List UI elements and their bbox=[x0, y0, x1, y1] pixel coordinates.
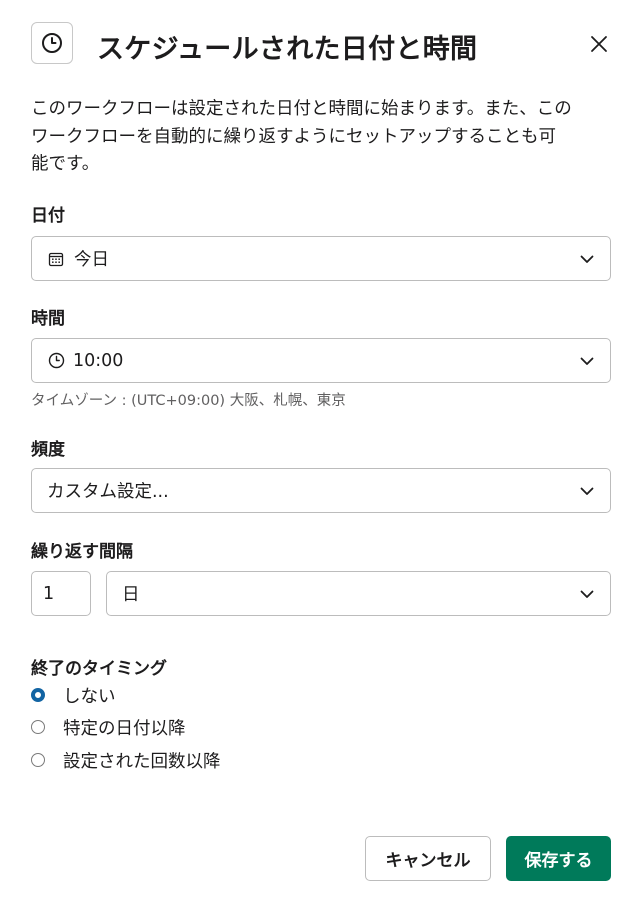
radio-button[interactable] bbox=[31, 720, 45, 734]
radio-label: しない bbox=[63, 686, 116, 707]
dialog-description: このワークフローは設定された日付と時間に始まります。また、この ワークフローを自… bbox=[31, 96, 611, 179]
end-option-after-count[interactable]: 設定された回数以降 bbox=[31, 747, 221, 773]
frequency-value: カスタム設定... bbox=[47, 482, 169, 502]
time-label: 時間 bbox=[31, 309, 65, 329]
timezone-hint: タイムゾーン : (UTC+09:00) 大阪、札幌、東京 bbox=[31, 393, 346, 409]
interval-unit-select[interactable]: 日 bbox=[106, 571, 611, 616]
clock-icon bbox=[47, 352, 65, 370]
scheduled-date-time-dialog: スケジュールされた日付と時間 このワークフローは設定された日付と時間に始まります… bbox=[0, 0, 642, 907]
time-select[interactable]: 10:00 bbox=[31, 338, 611, 383]
save-button[interactable]: 保存する bbox=[506, 836, 611, 881]
date-value: 今日 bbox=[74, 250, 109, 270]
interval-number-input[interactable] bbox=[31, 571, 91, 616]
radio-button[interactable] bbox=[31, 688, 45, 702]
date-label: 日付 bbox=[31, 206, 65, 226]
description-line: 能です。 bbox=[31, 154, 100, 174]
close-icon bbox=[591, 36, 607, 52]
chevron-down-icon bbox=[580, 357, 594, 365]
clock-icon bbox=[31, 22, 73, 64]
end-option-never[interactable]: しない bbox=[31, 682, 116, 708]
description-line: ワークフローを自動的に繰り返すようにセットアップすることも可 bbox=[31, 126, 556, 147]
calendar-icon bbox=[47, 250, 65, 268]
end-option-after-date[interactable]: 特定の日付以降 bbox=[31, 714, 186, 740]
frequency-label: 頻度 bbox=[31, 440, 65, 460]
chevron-down-icon bbox=[580, 255, 594, 263]
frequency-select[interactable]: カスタム設定... bbox=[31, 468, 611, 513]
date-select[interactable]: 今日 bbox=[31, 236, 611, 281]
interval-unit-value: 日 bbox=[122, 585, 140, 605]
radio-button[interactable] bbox=[31, 753, 45, 767]
interval-label: 繰り返す間隔 bbox=[31, 542, 133, 562]
end-timing-label: 終了のタイミング bbox=[31, 659, 167, 679]
chevron-down-icon bbox=[580, 487, 594, 495]
dialog-title: スケジュールされた日付と時間 bbox=[97, 34, 478, 65]
description-line: このワークフローは設定された日付と時間に始まります。また、この bbox=[31, 99, 572, 119]
close-button[interactable] bbox=[587, 32, 611, 56]
dialog-header: スケジュールされた日付と時間 bbox=[31, 22, 611, 68]
cancel-button[interactable]: キャンセル bbox=[365, 836, 491, 881]
time-value: 10:00 bbox=[73, 350, 124, 371]
radio-label: 設定された回数以降 bbox=[63, 751, 221, 772]
radio-label: 特定の日付以降 bbox=[63, 718, 186, 739]
chevron-down-icon bbox=[580, 590, 594, 598]
